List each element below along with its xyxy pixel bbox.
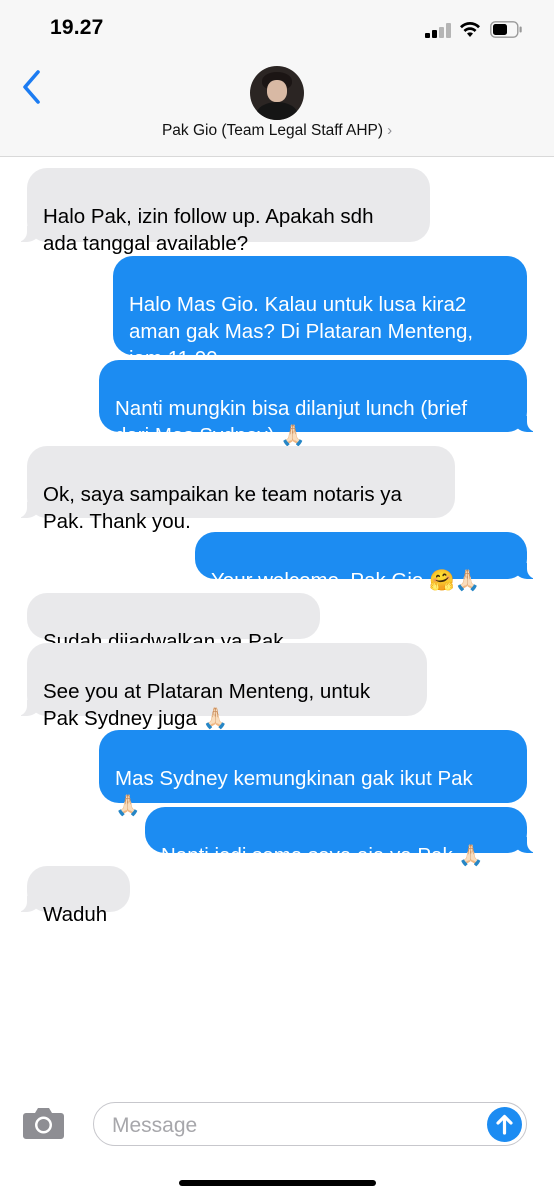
- message-input[interactable]: [110, 1111, 474, 1141]
- message-field[interactable]: [93, 1102, 527, 1146]
- wifi-icon: [460, 21, 480, 37]
- camera-icon[interactable]: [22, 1106, 65, 1140]
- contact-name-button[interactable]: Pak Gio (Team Legal Staff AHP) ›: [0, 122, 554, 140]
- outgoing-message[interactable]: Your welcome, Pak Gio 🤗🙏🏻: [195, 532, 538, 592]
- contact-avatar[interactable]: [250, 66, 304, 120]
- status-bar: 19.27: [0, 0, 554, 60]
- home-indicator: [179, 1180, 376, 1186]
- outgoing-message[interactable]: Halo Mas Gio. Kalau untuk lusa kira2 ama…: [113, 256, 527, 370]
- arrow-up-icon: [496, 1114, 513, 1135]
- status-time: 19.27: [50, 16, 104, 39]
- chevron-right-icon: ›: [387, 122, 393, 139]
- battery-icon: [490, 21, 522, 38]
- send-button[interactable]: [487, 1107, 522, 1142]
- outgoing-message[interactable]: Nanti jadi sama saya aja ya Pak 🙏🏻: [145, 807, 538, 867]
- conversation-header: Pak Gio (Team Legal Staff AHP) ›: [0, 60, 554, 157]
- contact-name: Pak Gio (Team Legal Staff AHP): [161, 122, 384, 139]
- outgoing-message[interactable]: Nanti mungkin bisa dilanjut lunch (brief…: [99, 360, 538, 447]
- cellular-signal-icon: [425, 23, 453, 38]
- incoming-message[interactable]: Halo Pak, izin follow up. Apakah sdh ada…: [16, 168, 430, 255]
- outgoing-message[interactable]: Mas Sydney kemungkinan gak ikut Pak 🙏🏻: [99, 730, 527, 817]
- incoming-message[interactable]: Sudah dijadwalkan ya Pak: [27, 593, 320, 653]
- incoming-message[interactable]: See you at Plataran Menteng, untuk Pak S…: [16, 643, 427, 730]
- incoming-message[interactable]: Ok, saya sampaikan ke team notaris ya Pa…: [16, 446, 455, 533]
- back-button[interactable]: [18, 68, 48, 106]
- incoming-message[interactable]: Waduh: [16, 866, 130, 926]
